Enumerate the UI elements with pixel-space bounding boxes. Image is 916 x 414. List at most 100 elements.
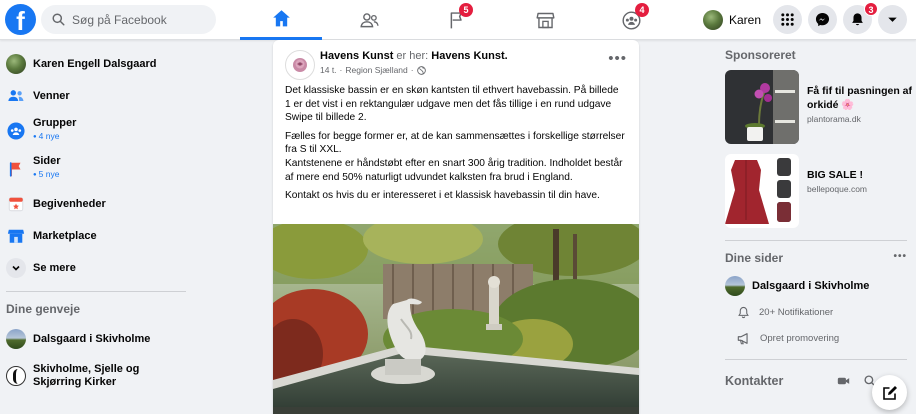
create-promotion-label: Opret promovering	[760, 332, 840, 344]
create-promotion-link[interactable]: Opret promovering	[725, 325, 916, 351]
checkin-text: er her:	[393, 50, 432, 62]
divider	[725, 240, 907, 241]
sidebar-item-label: Sider	[33, 155, 61, 167]
sponsored-ad[interactable]: Få fif til pasningen af orkidé 🌸 plantor…	[725, 70, 916, 154]
video-call-icon[interactable]	[837, 376, 850, 386]
tab-groups[interactable]: 4	[590, 0, 672, 40]
sidebar-item-marketplace[interactable]: Marketplace	[0, 220, 190, 252]
groups-badge: 4	[635, 3, 649, 17]
page-notifications-label: 20+ Notifikationer	[759, 306, 834, 318]
tab-pages[interactable]: 5	[416, 0, 498, 40]
sidebar-item-label: Karen Engell Dalsgaard	[33, 57, 157, 70]
contacts-heading: Kontakter	[725, 374, 784, 388]
calendar-icon	[6, 194, 26, 214]
post-place: Region Sjælland	[345, 65, 408, 75]
notifications-button[interactable]: 3	[843, 2, 878, 34]
post-header: Havens Kunst er her: Havens Kunst.	[320, 49, 508, 63]
new-count-label: 4 nye	[33, 130, 76, 145]
post-options-icon[interactable]: •••	[608, 51, 627, 66]
sidebar-see-more[interactable]: Se mere	[0, 252, 190, 284]
friends-icon	[359, 12, 379, 27]
divider	[725, 359, 907, 360]
shortcut-item[interactable]: Dalsgaard i Skivholme	[0, 322, 190, 356]
megaphone-icon	[737, 332, 748, 344]
ad-image	[725, 70, 799, 144]
sidebar-item-profile[interactable]: Karen Engell Dalsgaard	[0, 48, 190, 80]
shortcut-item[interactable]: Skivholme, Sjelle og Skjørring Kirker	[0, 356, 190, 396]
home-icon	[272, 10, 290, 27]
groups-icon	[6, 121, 26, 141]
sponsored-ad[interactable]: BIG SALE ! bellepoque.com	[725, 154, 916, 238]
sidebar-item-friends[interactable]: Venner	[0, 80, 190, 112]
account-button[interactable]	[878, 5, 907, 34]
bell-icon	[852, 13, 863, 26]
ad-image	[725, 154, 799, 228]
facebook-logo[interactable]: f	[5, 4, 36, 36]
sidebar-item-events[interactable]: Begivenheder	[0, 188, 190, 220]
post-paragraph: Kontakt os hvis du er interesseret i et …	[285, 190, 600, 202]
more-options-icon[interactable]: •••	[893, 251, 907, 273]
sidebar-item-groups[interactable]: Grupper4 nye	[0, 112, 190, 150]
tab-friends[interactable]	[328, 0, 410, 40]
your-pages-header: Dine sider •••	[725, 251, 907, 273]
avatar	[6, 54, 26, 74]
new-message-button[interactable]	[872, 375, 907, 410]
compose-icon	[882, 385, 897, 400]
avatar	[703, 10, 723, 30]
marketplace-icon	[535, 12, 555, 28]
your-page-item[interactable]: Dalsgaard i Skivholme	[725, 273, 916, 299]
post-body: Det klassiske bassin er en skøn kantsten…	[285, 84, 627, 208]
your-pages-heading: Dine sider	[725, 251, 784, 265]
shortcuts-heading: Dine genveje	[6, 302, 81, 316]
messenger-button[interactable]	[808, 5, 837, 34]
menu-button[interactable]	[773, 5, 802, 34]
post-paragraph: Det klassiske bassin er en skøn kantsten…	[285, 85, 619, 124]
page-avatar	[6, 329, 26, 349]
post-paragraph: Fælles for begge former er, at de kan sa…	[285, 130, 625, 156]
caret-down-icon	[888, 17, 897, 22]
sidebar-item-label: Venner	[33, 89, 70, 102]
search-box[interactable]	[41, 5, 216, 34]
ad-title: BIG SALE !	[807, 169, 864, 181]
page-name: Dalsgaard i Skivholme	[752, 280, 870, 292]
tab-home[interactable]	[240, 0, 322, 40]
post-photo[interactable]	[273, 224, 639, 414]
sidebar-item-label: Dalsgaard i Skivholme	[33, 332, 151, 345]
post-location-link[interactable]: Havens Kunst.	[431, 50, 507, 62]
notifications-badge: 3	[864, 2, 878, 16]
grid-menu-icon	[781, 13, 794, 26]
bell-icon	[738, 306, 749, 318]
friends-icon	[6, 86, 26, 106]
rose-logo-icon	[293, 58, 307, 72]
globe-icon	[416, 65, 426, 75]
pages-badge: 5	[459, 3, 473, 17]
search-input[interactable]	[72, 12, 212, 27]
post-author-link[interactable]: Havens Kunst	[320, 50, 393, 62]
profile-shortcut[interactable]: Karen	[700, 6, 767, 34]
feed-post: Havens Kunst er her: Havens Kunst. 14 t.…	[273, 40, 639, 414]
post-meta: 14 t. · Region Sjælland ·	[320, 65, 426, 75]
right-sidebar: Sponsoreret Få fif til pasningen af orki…	[725, 48, 916, 392]
sidebar-item-label: Skivholme, Sjelle og Skjørring Kirker	[33, 363, 140, 388]
page-avatar	[6, 366, 26, 386]
sidebar-item-label: Marketplace	[33, 229, 97, 242]
chevron-down-icon	[6, 258, 26, 278]
ad-url: plantorama.dk	[807, 114, 861, 124]
tab-marketplace[interactable]	[504, 0, 586, 40]
post-paragraph: Kantstenene er håndstøbt efter en snart …	[285, 157, 623, 183]
messenger-icon	[815, 12, 830, 27]
sidebar-item-label: Se mere	[33, 261, 76, 274]
profile-name: Karen	[729, 13, 762, 27]
post-author-avatar[interactable]	[285, 50, 315, 80]
sponsored-heading: Sponsoreret	[725, 48, 796, 62]
new-count-label: 5 nye	[33, 168, 61, 183]
marketplace-icon	[6, 226, 26, 246]
top-navigation-bar: f 5 4 Karen 3	[0, 0, 916, 40]
post-timestamp[interactable]: 14 t.	[320, 65, 337, 75]
left-sidebar: Karen Engell Dalsgaard Venner Grupper4 n…	[0, 48, 190, 396]
ad-title: Få fif til pasningen af orkidé 🌸	[807, 85, 913, 111]
page-notifications-link[interactable]: 20+ Notifikationer	[725, 299, 916, 325]
flag-icon	[6, 159, 26, 179]
sidebar-item-pages[interactable]: Sider5 nye	[0, 150, 190, 188]
divider	[6, 291, 186, 292]
